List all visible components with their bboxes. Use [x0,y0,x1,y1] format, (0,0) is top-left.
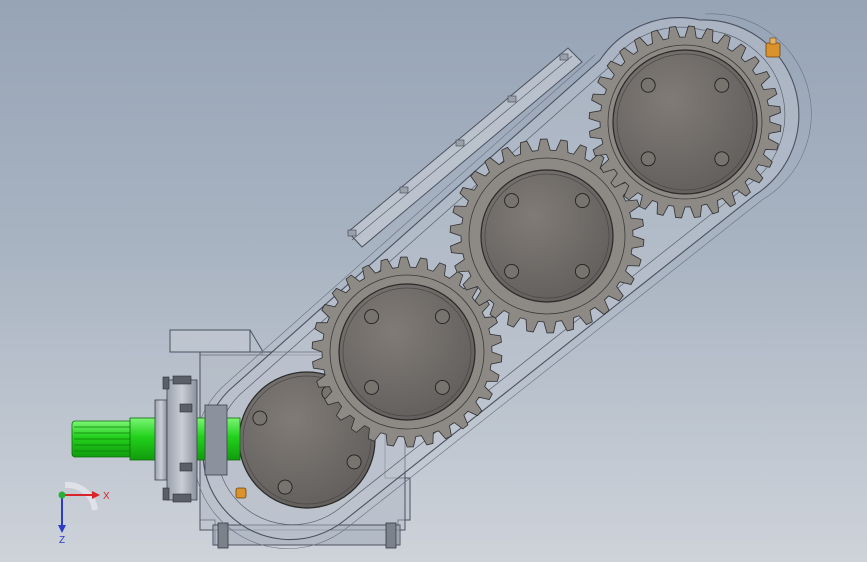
output-gear-bolt-hole [640,151,656,167]
drain-fitting[interactable] [235,487,247,499]
breather-fitting[interactable] [765,37,781,58]
output-gear-bolt-hole [714,151,730,167]
idler-gear-2-bolt-hole [574,193,590,209]
x-axis-arrow [92,491,100,499]
idler-gear-1-bolt-hole [434,309,450,325]
output-gear-bolt-hole [640,77,656,93]
output-gear-bolt-hole [714,77,730,93]
view-triad[interactable]: X Z [40,480,115,550]
y-axis-dot [58,491,66,499]
input-gear-bolt-hole [277,479,293,495]
idler-gear-2-bolt-hole [574,263,590,279]
idler-gear-1-hub [338,283,476,421]
input-gear-bolt-hole [252,410,268,426]
idler-gear-2-bolt-hole [504,193,520,209]
output-gear-hub [612,49,758,195]
z-axis-arrow [58,525,66,533]
idler-gear-2-hub [480,169,614,303]
idler-gear-1-bolt-hole [364,379,380,395]
z-axis-label: Z [59,535,65,546]
input-gear-bolt-hole [346,454,362,470]
idler-gear-2-bolt-hole [504,263,520,279]
idler-gear-1-bolt-hole [364,309,380,325]
graphics-viewport[interactable]: X Z [0,0,867,562]
x-axis-label: X [103,491,110,502]
idler-gear-1-bolt-hole [434,379,450,395]
gearbox-model[interactable] [0,0,867,562]
